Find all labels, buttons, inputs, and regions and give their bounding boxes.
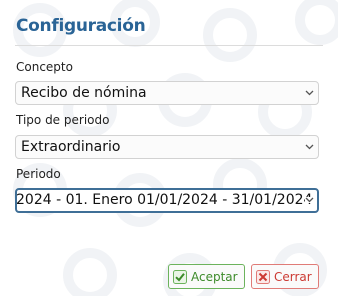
check-icon	[173, 269, 187, 284]
close-button[interactable]: Cerrar	[251, 264, 319, 289]
accept-button[interactable]: Aceptar	[168, 264, 245, 289]
tipo-periodo-value: Extraordinario	[21, 139, 121, 155]
periodo-label: Periodo	[16, 167, 61, 181]
chevron-down-icon	[305, 144, 314, 150]
accept-button-label: Aceptar	[191, 269, 238, 284]
concepto-select[interactable]: Recibo de nómina	[15, 81, 319, 105]
concepto-label: Concepto	[16, 60, 73, 74]
page-title: Configuración	[16, 16, 146, 36]
periodo-select[interactable]: 2024 - 01. Enero 01/01/2024 - 31/01/2024	[15, 188, 319, 213]
x-icon	[256, 269, 270, 284]
concepto-value: Recibo de nómina	[21, 85, 147, 101]
chevron-down-icon	[305, 90, 314, 96]
close-button-label: Cerrar	[274, 269, 312, 284]
title-divider	[15, 45, 323, 46]
periodo-value: 2024 - 01. Enero 01/01/2024 - 31/01/2024	[16, 192, 313, 208]
chevron-down-icon	[305, 197, 314, 203]
tipo-periodo-label: Tipo de periodo	[16, 113, 110, 127]
tipo-periodo-select[interactable]: Extraordinario	[15, 135, 319, 159]
